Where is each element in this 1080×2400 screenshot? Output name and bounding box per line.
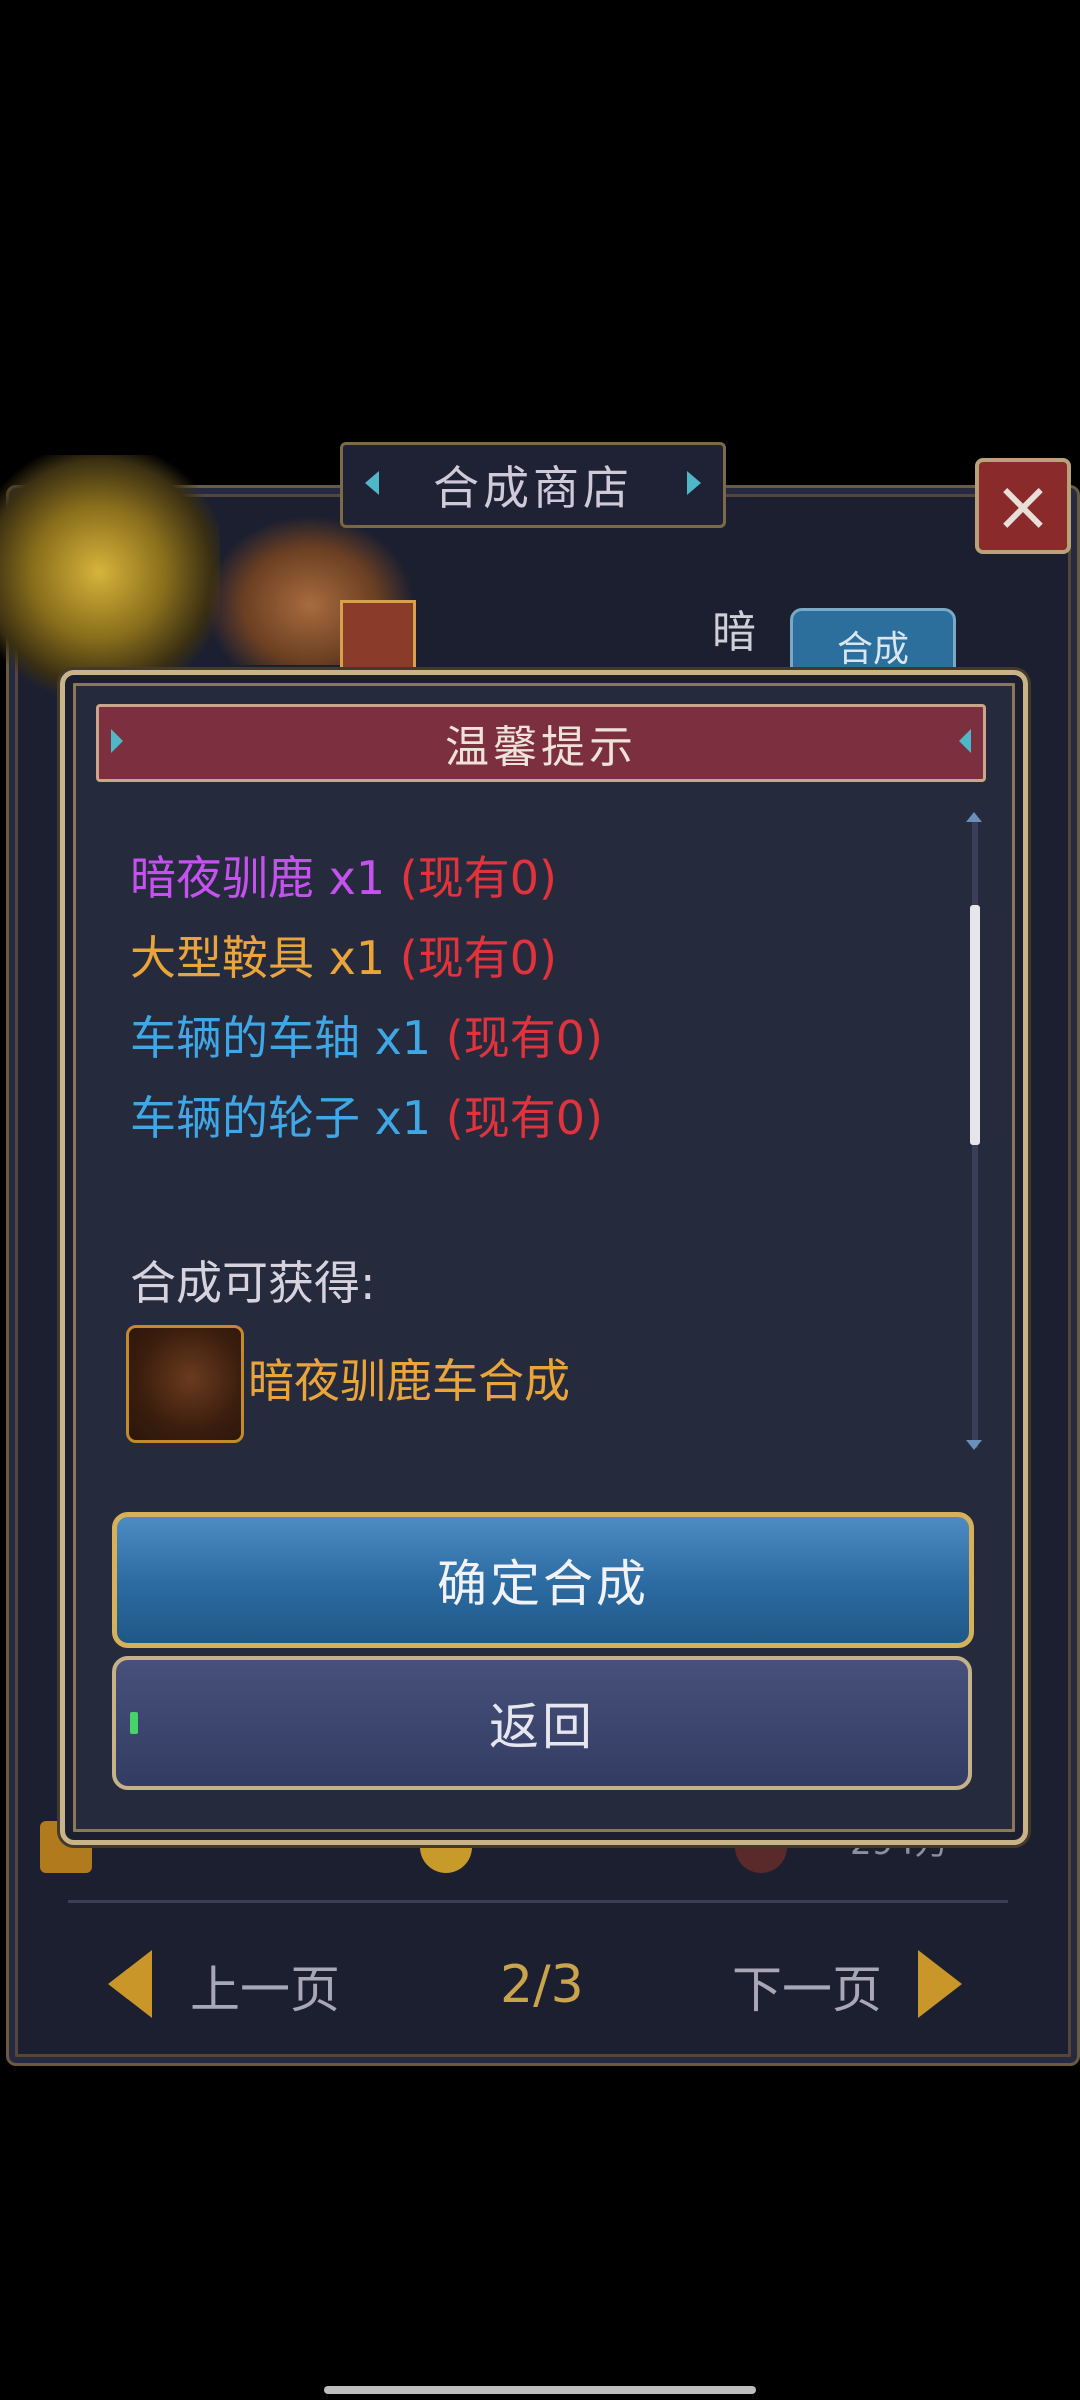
horse-head-icon[interactable]: [126, 1325, 244, 1443]
requirement-name: 大型鞍具: [130, 931, 314, 985]
requirement-name: 车辆的车轴: [130, 1011, 360, 1065]
right-ornament-icon: [959, 729, 971, 753]
scroll-up-icon[interactable]: [966, 812, 982, 822]
next-page-arrow-icon[interactable]: [918, 1950, 962, 2018]
item-card[interactable]: [340, 600, 416, 676]
requirement-line: 大型鞍具 x1 (现有0): [130, 922, 557, 988]
left-ornament-icon: [365, 471, 379, 495]
right-ornament-icon: [687, 471, 701, 495]
requirement-name: 暗夜驯鹿: [130, 851, 314, 905]
confirm-combine-button[interactable]: 确定合成: [112, 1512, 974, 1648]
dialog-content[interactable]: 暗夜驯鹿 x1 (现有0) 大型鞍具 x1 (现有0) 车辆的车轴 x1 (现有…: [96, 800, 966, 1450]
reward-name: 暗夜驯鹿车合成: [248, 1354, 570, 1408]
close-button[interactable]: ×: [975, 458, 1071, 554]
back-button[interactable]: 返回: [112, 1656, 972, 1790]
home-indicator[interactable]: [324, 2386, 756, 2394]
requirement-qty: x1: [374, 1011, 432, 1065]
requirement-line: 车辆的车轴 x1 (现有0): [130, 1002, 603, 1068]
divider: [68, 1900, 1008, 1903]
scroll-down-icon[interactable]: [966, 1440, 982, 1450]
requirement-owned: (现有0): [445, 1091, 603, 1145]
scrollbar-thumb[interactable]: [970, 905, 980, 1145]
requirement-owned: (现有0): [445, 1011, 603, 1065]
prev-page-button[interactable]: 上一页: [190, 1950, 340, 2022]
shop-item-label: 暗: [712, 607, 756, 658]
requirement-line: 车辆的轮子 x1 (现有0): [130, 1082, 603, 1148]
requirement-owned: (现有0): [399, 851, 557, 905]
requirement-qty: x1: [374, 1091, 432, 1145]
left-ornament-icon: [111, 729, 123, 753]
next-page-button[interactable]: 下一页: [732, 1950, 882, 2022]
close-icon: ×: [993, 465, 1053, 547]
obtain-label: 合成可获得:: [130, 1256, 376, 1310]
requirement-qty: x1: [328, 851, 386, 905]
prev-page-arrow-icon[interactable]: [108, 1950, 152, 2018]
requirement-owned: (现有0): [399, 931, 557, 985]
requirement-name: 车辆的轮子: [130, 1091, 360, 1145]
dialog-header: 温馨提示: [96, 704, 986, 782]
shop-title: 合成商店: [433, 461, 633, 515]
dialog-title: 温馨提示: [445, 722, 637, 773]
back-button-label: 返回: [489, 1698, 595, 1756]
indicator-light-icon: [130, 1712, 138, 1734]
page-indicator: 2/3: [500, 1955, 584, 2015]
requirement-qty: x1: [328, 931, 386, 985]
requirement-line: 暗夜驯鹿 x1 (现有0): [130, 842, 557, 908]
